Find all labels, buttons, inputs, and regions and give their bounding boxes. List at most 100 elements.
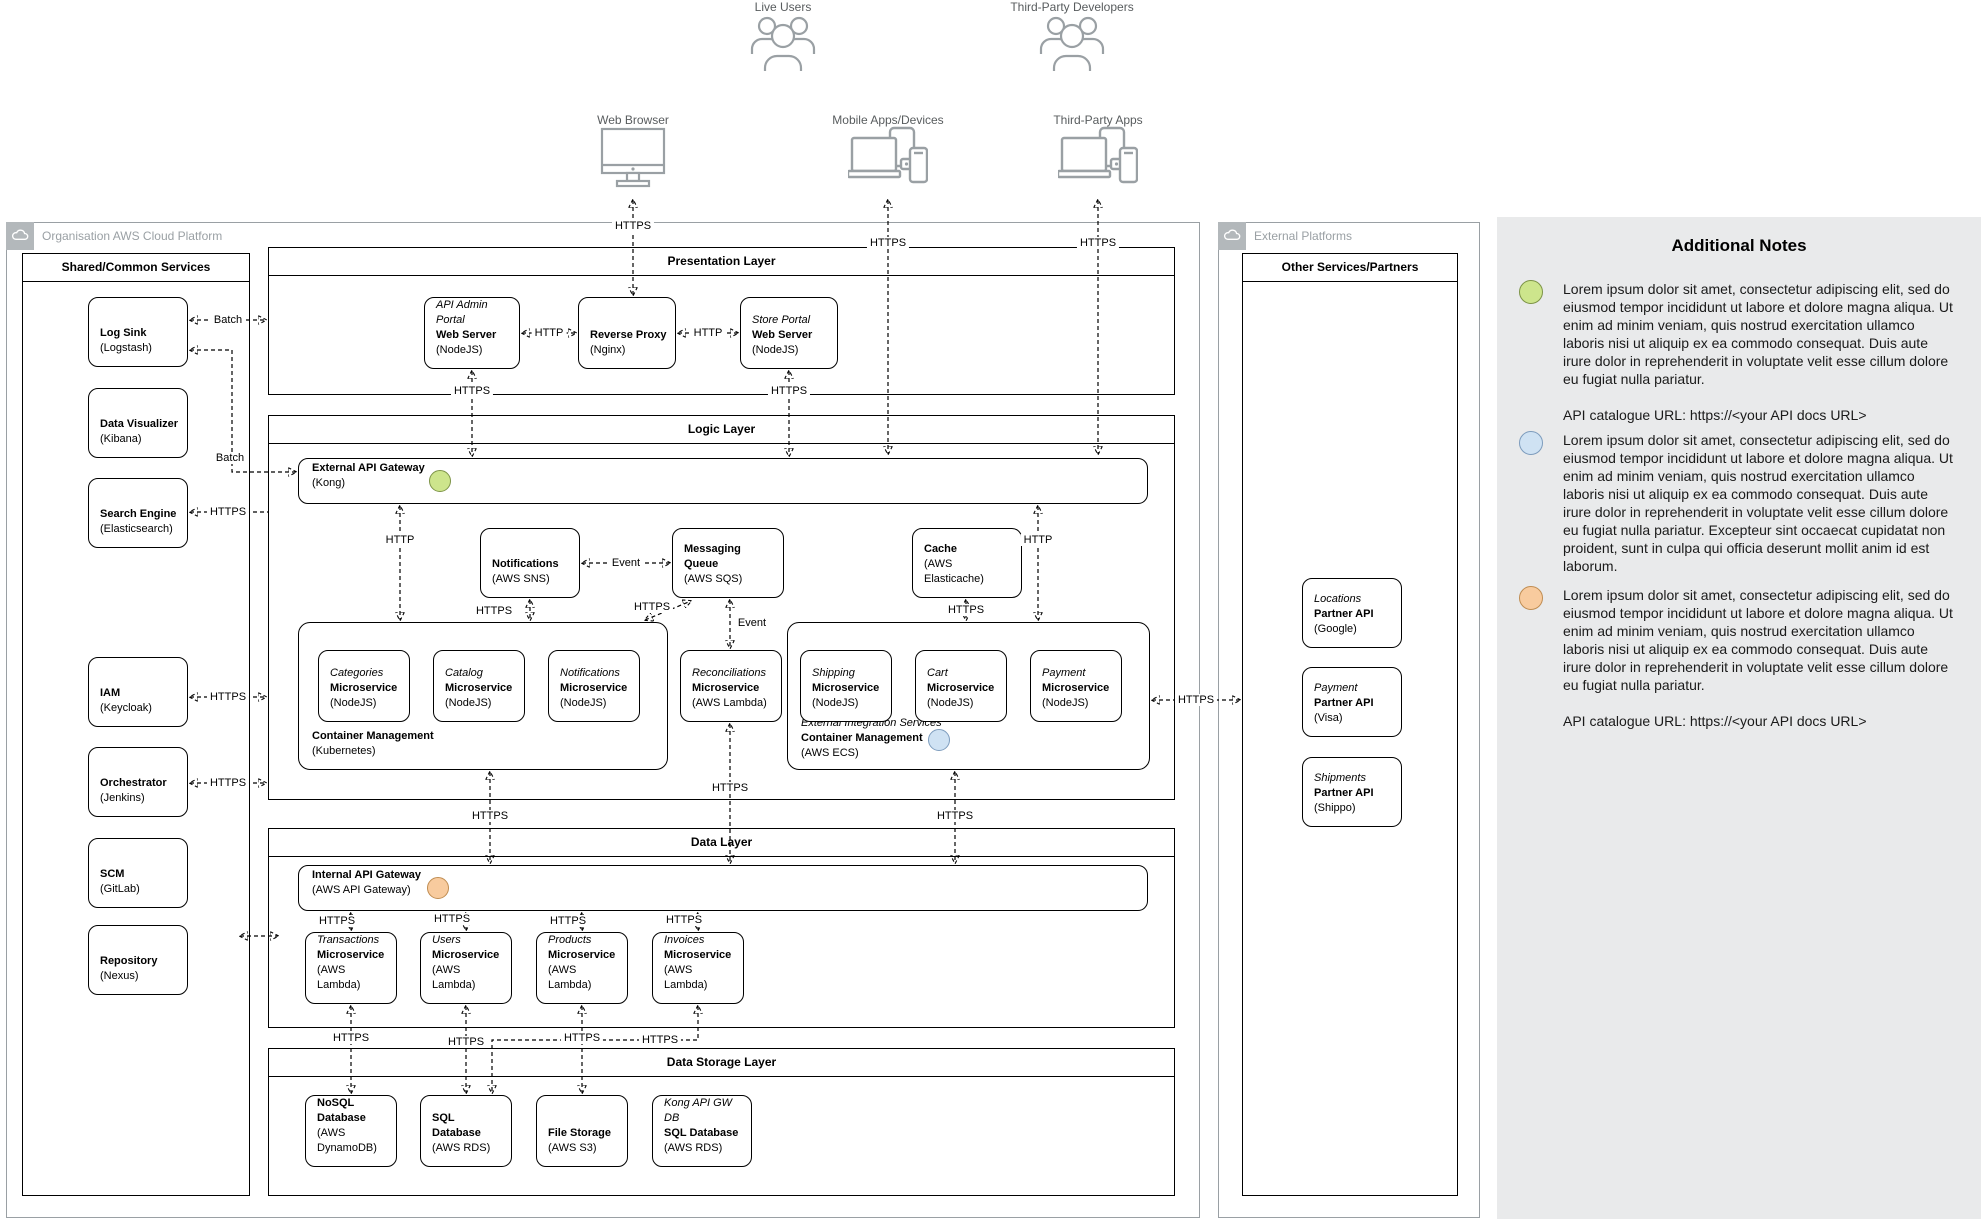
- node-nosql-database: NoSQL Database (AWS DynamoDB): [305, 1095, 397, 1167]
- node-file-storage: File Storage (AWS S3): [536, 1095, 628, 1167]
- edge-label-https: HTTPS: [316, 915, 358, 927]
- note-blue-text: Lorem ipsum dolor sit amet, consectetur …: [1563, 431, 1955, 575]
- edge-label-batch: Batch: [211, 314, 245, 326]
- node-sql-database: SQL Database (AWS RDS): [420, 1095, 512, 1167]
- edge-label-http: HTTP: [383, 534, 418, 546]
- edge-label-batch: Batch: [213, 452, 247, 464]
- edge-label-http: HTTP: [1021, 534, 1056, 546]
- node-orchestrator: Orchestrator (Jenkins): [88, 747, 188, 817]
- node-data-visualizer: Data Visualizer (Kibana): [88, 388, 188, 458]
- edge-label-https: HTTPS: [1175, 694, 1217, 706]
- edge-label-https: HTTPS: [612, 220, 654, 232]
- node-scm: SCM (GitLab): [88, 838, 188, 908]
- node-users-microservice: Users Microservice (AWS Lambda): [420, 932, 512, 1004]
- edge-label-https: HTTPS: [330, 1032, 372, 1044]
- edge-label-https: HTTPS: [207, 777, 249, 789]
- note-green-text: Lorem ipsum dolor sit amet, consectetur …: [1563, 280, 1955, 388]
- third-party-developers-icon: [1039, 14, 1105, 77]
- node-external-api-gateway: External API Gateway (Kong): [298, 458, 1148, 504]
- edge-label-https: HTTPS: [207, 691, 249, 703]
- node-transactions-microservice: Transactions Microservice (AWS Lambda): [305, 932, 397, 1004]
- note-blue: Lorem ipsum dolor sit amet, consectetur …: [1519, 431, 1955, 575]
- mobile-apps-icon: [848, 126, 928, 201]
- note-orange-text: Lorem ipsum dolor sit amet, consectetur …: [1563, 586, 1955, 694]
- diagram-canvas: Live Users Third-Party Developers Web Br…: [0, 0, 1981, 1219]
- node-log-sink: Log Sink (Logstash): [88, 297, 188, 367]
- edge-label-event: Event: [609, 557, 643, 569]
- edge-label-https: HTTPS: [473, 605, 515, 617]
- node-search-engine: Search Engine (Elasticsearch): [88, 478, 188, 548]
- edge-label-https: HTTPS: [207, 506, 249, 518]
- edge-label-https: HTTPS: [431, 913, 473, 925]
- external-platforms-title: External Platforms: [1254, 229, 1352, 243]
- node-categories-microservice: Categories Microservice (NodeJS): [318, 650, 410, 722]
- node-catalog-microservice: Catalog Microservice (NodeJS): [433, 650, 525, 722]
- third-party-apps-label: Third-Party Apps: [1038, 113, 1158, 127]
- live-users-label: Live Users: [723, 0, 843, 14]
- edge-label-https: HTTPS: [709, 782, 751, 794]
- edge-label-https: HTTPS: [1077, 237, 1119, 249]
- node-notifications: Notifications (AWS SNS): [480, 528, 580, 598]
- note-orange: Lorem ipsum dolor sit amet, consectetur …: [1519, 586, 1955, 730]
- blue-note-dot: [1519, 431, 1543, 455]
- note-orange-url: API catalogue URL: https://<your API doc…: [1563, 712, 1955, 730]
- additional-notes-title: Additional Notes: [1497, 236, 1981, 256]
- node-cache: Cache (AWS Elasticache): [912, 528, 1022, 598]
- external-platforms-cloud-icon: [1218, 222, 1246, 250]
- edge-label-https: HTTPS: [639, 1034, 681, 1046]
- mobile-apps-label: Mobile Apps/Devices: [818, 113, 958, 127]
- green-note-dot: [1519, 280, 1543, 304]
- presentation-layer-title: Presentation Layer: [269, 248, 1174, 276]
- presentation-layer-panel: Presentation Layer: [268, 247, 1175, 395]
- node-store-portal: Store Portal Web Server (NodeJS): [740, 297, 838, 369]
- data-layer-title: Data Layer: [269, 829, 1174, 857]
- node-invoices-microservice: Invoices Microservice (AWS Lambda): [652, 932, 744, 1004]
- edge-label-https: HTTPS: [561, 1032, 603, 1044]
- node-payment-microservice: Payment Microservice (NodeJS): [1030, 650, 1122, 722]
- note-green-url: API catalogue URL: https://<your API doc…: [1563, 406, 1955, 424]
- blue-note-marker: [928, 729, 950, 751]
- node-reverse-proxy: Reverse Proxy (Nginx): [578, 297, 676, 369]
- edge-label-https: HTTPS: [945, 604, 987, 616]
- node-iam: IAM (Keycloak): [88, 657, 188, 727]
- third-party-developers-label: Third-Party Developers: [992, 0, 1152, 14]
- live-users-icon: [750, 14, 816, 77]
- org-cloud-title: Organisation AWS Cloud Platform: [42, 229, 222, 243]
- web-browser-icon: [600, 127, 666, 196]
- shared-services-title: Shared/Common Services: [23, 254, 249, 282]
- edge-label-https: HTTPS: [631, 601, 673, 613]
- note-green: Lorem ipsum dolor sit amet, consectetur …: [1519, 280, 1955, 424]
- org-cloud-icon: [6, 222, 34, 250]
- node-payment-partner-api: Payment Partner API (Visa): [1302, 667, 1402, 737]
- node-shipping-microservice: Shipping Microservice (NodeJS): [800, 650, 892, 722]
- node-repository: Repository (Nexus): [88, 925, 188, 995]
- edge-label-https: HTTPS: [451, 385, 493, 397]
- node-messaging-queue: Messaging Queue (AWS SQS): [672, 528, 784, 598]
- logic-layer-title: Logic Layer: [269, 416, 1174, 444]
- edge-label-https: HTTPS: [867, 237, 909, 249]
- node-kong-gw-database: Kong API GW DB SQL Database (AWS RDS): [652, 1095, 752, 1167]
- web-browser-label: Web Browser: [573, 113, 693, 127]
- node-reconciliations-microservice: Reconciliations Microservice (AWS Lambda…: [680, 650, 782, 722]
- orange-note-dot: [1519, 586, 1543, 610]
- node-api-admin-portal: API Admin Portal Web Server (NodeJS): [424, 297, 520, 369]
- node-internal-api-gateway: Internal API Gateway (AWS API Gateway): [298, 865, 1148, 911]
- node-products-microservice: Products Microservice (AWS Lambda): [536, 932, 628, 1004]
- node-shipments-partner-api: Shipments Partner API (Shippo): [1302, 757, 1402, 827]
- data-storage-layer-title: Data Storage Layer: [269, 1049, 1174, 1077]
- edge-label-https: HTTPS: [663, 914, 705, 926]
- node-locations-partner-api: Locations Partner API (Google): [1302, 578, 1402, 648]
- third-party-apps-icon: [1058, 126, 1138, 201]
- orange-note-marker: [427, 877, 449, 899]
- node-notifications-microservice: Notifications Microservice (NodeJS): [548, 650, 640, 722]
- edge-label-https: HTTPS: [469, 810, 511, 822]
- other-services-title: Other Services/Partners: [1243, 254, 1457, 282]
- edge-label-http: HTTP: [532, 327, 567, 339]
- green-note-marker: [429, 470, 451, 492]
- edge-label-https: HTTPS: [445, 1036, 487, 1048]
- edge-label-https: HTTPS: [934, 810, 976, 822]
- edge-label-event: Event: [735, 617, 769, 629]
- node-cart-microservice: Cart Microservice (NodeJS): [915, 650, 1007, 722]
- edge-label-https: HTTPS: [768, 385, 810, 397]
- edge-label-https: HTTPS: [547, 915, 589, 927]
